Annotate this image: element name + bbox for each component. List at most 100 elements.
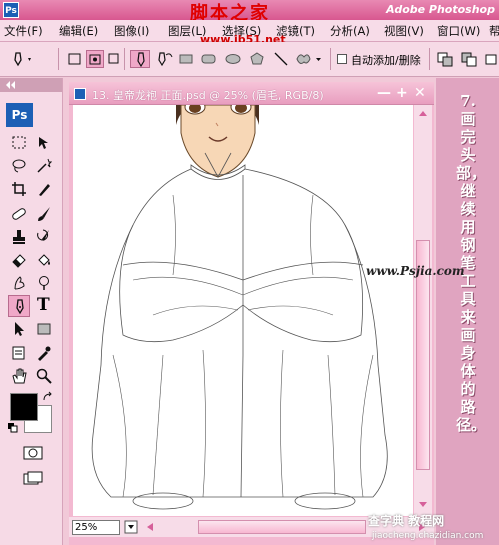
pen-tool[interactable]	[8, 295, 30, 317]
close-button[interactable]: ✕	[414, 86, 426, 100]
collapse-icon	[6, 81, 15, 89]
eraser-icon	[12, 254, 26, 268]
status-info-icon	[124, 520, 138, 534]
screen-mode-button[interactable]	[20, 468, 46, 488]
path-selection-tool[interactable]	[8, 318, 30, 340]
history-brush-icon	[37, 229, 49, 241]
menu-view[interactable]: 视图(V)	[384, 23, 424, 39]
history-brush-tool[interactable]	[33, 226, 55, 248]
intersect-icon	[485, 54, 497, 65]
toolbox-ps-logo: Ps	[6, 103, 33, 127]
brush-tool[interactable]	[33, 203, 55, 225]
smudge-icon	[14, 276, 25, 290]
custom-shape-icon	[296, 54, 321, 64]
shape-layers-icon	[68, 53, 81, 65]
scroll-up-icon	[419, 111, 427, 116]
site-url: www.Psjia.com	[366, 264, 465, 278]
rounded-rectangle-button[interactable]	[200, 50, 218, 68]
notes-tool[interactable]	[8, 342, 30, 364]
pen-tool-preset-button[interactable]	[8, 50, 34, 68]
eyedropper-tool[interactable]	[33, 342, 55, 364]
document-icon	[74, 88, 86, 100]
foreground-color-swatch-top[interactable]	[10, 393, 38, 421]
dodge-icon	[39, 276, 49, 290]
healing-brush-tool[interactable]	[8, 203, 30, 225]
slice-icon	[39, 184, 50, 196]
clone-stamp-tool[interactable]	[8, 226, 30, 248]
menu-file[interactable]: 文件(F)	[4, 23, 43, 39]
line-button[interactable]	[272, 50, 290, 68]
quick-mask-icon	[23, 446, 43, 460]
minimize-button[interactable]: —	[377, 86, 391, 100]
menu-edit[interactable]: 编辑(E)	[59, 23, 98, 39]
eyedropper-icon	[38, 346, 51, 361]
default-colors-icon	[8, 423, 18, 433]
toolbox-header[interactable]	[0, 78, 62, 92]
rectangle-tool[interactable]	[33, 318, 55, 340]
polygon-button[interactable]	[248, 50, 266, 68]
options-bar: 自动添加/删除	[0, 42, 499, 77]
marquee-tool[interactable]	[8, 132, 30, 154]
intersect-mode-button[interactable]	[484, 50, 498, 68]
rectangle-icon	[179, 54, 193, 64]
character-drawing	[91, 105, 388, 510]
marquee-icon	[12, 136, 26, 149]
rectangle-shape-button[interactable]	[178, 50, 194, 68]
menu-image[interactable]: 图像(I)	[114, 23, 149, 39]
eyedropper-slice-tool[interactable]	[33, 178, 55, 200]
zoom-level-field[interactable]: 25%	[72, 520, 120, 535]
pen-tool-icon	[137, 52, 145, 68]
zoom-tool[interactable]	[33, 365, 55, 387]
custom-shape-button[interactable]	[294, 50, 324, 68]
quick-mask-button[interactable]	[20, 443, 46, 463]
bandage-icon	[12, 208, 26, 220]
lasso-tool[interactable]	[8, 155, 30, 177]
app-title: Adobe Photoshop	[386, 3, 495, 16]
menu-analysis[interactable]: 分析(A)	[330, 23, 370, 39]
menu-help[interactable]: 帮	[489, 23, 499, 39]
hand-tool[interactable]	[8, 365, 30, 387]
magic-wand-icon	[37, 158, 52, 173]
freeform-pen-button[interactable]	[154, 50, 174, 68]
auto-add-delete-checkbox[interactable]	[337, 54, 347, 64]
maximize-button[interactable]: +	[396, 86, 408, 100]
subtract-mode-button[interactable]	[460, 50, 480, 68]
combine-mode-button[interactable]	[436, 50, 456, 68]
smudge-tool[interactable]	[8, 272, 30, 294]
crop-tool[interactable]	[8, 178, 30, 200]
auto-add-delete-label: 自动添加/删除	[351, 54, 421, 67]
move-tool[interactable]	[33, 132, 55, 154]
crop-icon	[12, 182, 26, 196]
dodge-tool[interactable]	[33, 272, 55, 294]
canvas[interactable]	[73, 105, 413, 516]
magic-wand-tool[interactable]	[33, 155, 55, 177]
pen-tool-button[interactable]	[130, 50, 150, 68]
paths-mode-button[interactable]	[86, 50, 104, 68]
scroll-down-icon	[419, 502, 427, 507]
paint-bucket-tool[interactable]	[33, 249, 55, 271]
combine-icon	[437, 52, 453, 67]
shape-layers-button[interactable]	[66, 50, 84, 68]
photoshop-logo-icon: Ps	[3, 2, 19, 18]
ellipse-button[interactable]	[224, 50, 242, 68]
pen-icon	[14, 52, 31, 67]
screen-mode-icon	[23, 471, 43, 485]
fill-pixels-button[interactable]	[106, 50, 122, 68]
fill-pixels-icon	[108, 53, 119, 64]
bottom-watermark: 查字典 教程网	[368, 514, 445, 528]
pen-tool-icon	[16, 299, 24, 315]
type-tool[interactable]: T	[33, 295, 55, 317]
zoom-icon	[36, 368, 52, 384]
freeform-pen-icon	[158, 52, 173, 67]
lasso-icon	[12, 159, 26, 173]
notes-icon	[12, 346, 25, 360]
eraser-tool[interactable]	[8, 249, 30, 271]
paths-icon	[89, 54, 101, 65]
move-icon	[39, 137, 48, 149]
stamp-icon	[13, 230, 25, 244]
hand-icon	[12, 368, 27, 384]
menu-window[interactable]: 窗口(W)	[437, 23, 480, 39]
horizontal-scroll-thumb[interactable]	[198, 520, 366, 534]
scroll-left-icon	[147, 523, 153, 531]
brush-icon	[38, 207, 50, 221]
